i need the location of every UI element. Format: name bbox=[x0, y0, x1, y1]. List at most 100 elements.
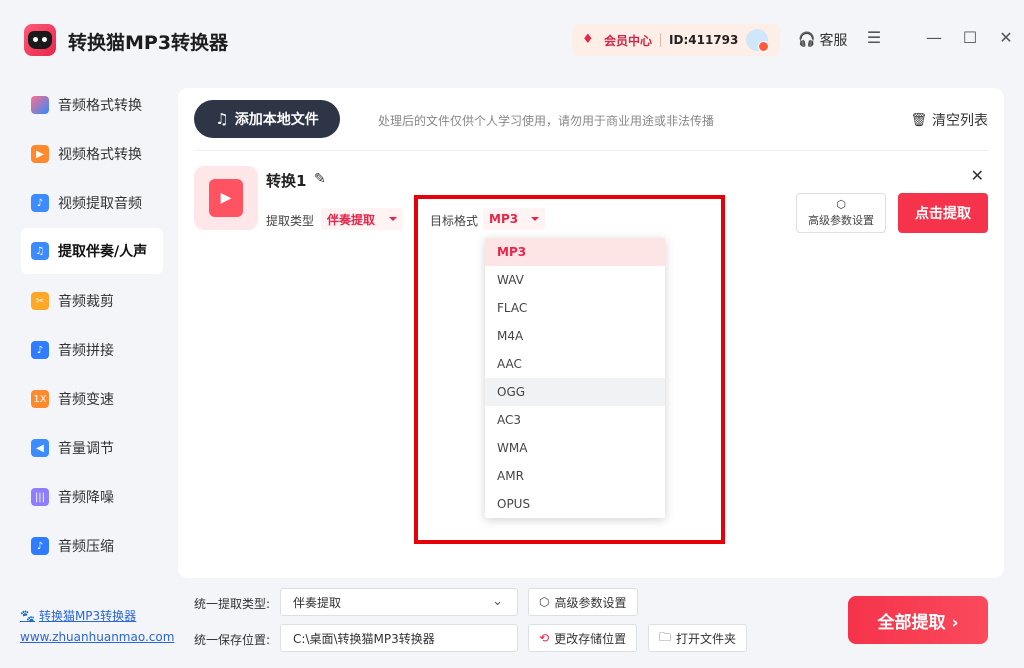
unified-type-value: 伴奏提取 bbox=[293, 595, 342, 610]
sidebar-item-label: 音频拼接 bbox=[58, 343, 114, 359]
sidebar-item-denoise[interactable]: ||| 音频降噪 bbox=[21, 474, 163, 520]
headset-icon: 🎧 bbox=[798, 32, 816, 48]
add-local-file-button[interactable]: ♫ 添加本地文件 bbox=[194, 100, 340, 138]
sidebar-item-audio-convert[interactable]: 音频格式转换 bbox=[21, 82, 163, 128]
sidebar-item-label: 音频压缩 bbox=[58, 539, 114, 555]
sidebar-item-volume[interactable]: ◀ 音量调节 bbox=[21, 425, 163, 471]
format-option-wav[interactable]: WAV bbox=[485, 266, 665, 294]
divider bbox=[660, 33, 662, 47]
sidebar-item-video-convert[interactable]: ▶ 视频格式转换 bbox=[21, 131, 163, 177]
sidebar-item-label: 视频提取音频 bbox=[58, 196, 142, 212]
edit-icon[interactable]: ✎ bbox=[314, 171, 326, 187]
gear-icon: ⬡ bbox=[836, 198, 846, 211]
caret-down-icon bbox=[531, 217, 539, 221]
menu-icon[interactable]: ☰ bbox=[864, 28, 884, 48]
change-path-button[interactable]: ⟲ 更改存储位置 bbox=[528, 624, 638, 652]
extract-type-select[interactable]: 伴奏提取 bbox=[321, 208, 403, 230]
compress-icon: ♪ bbox=[31, 537, 49, 555]
footer-app-link[interactable]: 🐾 转换猫MP3转换器 bbox=[20, 607, 174, 624]
format-option-ogg[interactable]: OGG bbox=[485, 378, 665, 406]
video-convert-icon: ▶ bbox=[31, 145, 49, 163]
extract-type-label: 提取类型 bbox=[266, 214, 315, 228]
sidebar-item-video-extract-audio[interactable]: ♪ 视频提取音频 bbox=[21, 180, 163, 226]
footer-website-link[interactable]: www.zhuanhuanmao.com bbox=[20, 630, 174, 644]
vip-center[interactable]: ♦ 会员中心 ID:411793 bbox=[572, 24, 780, 56]
customer-service-label: 客服 bbox=[819, 33, 848, 49]
bottom-advanced-settings-label: 高级参数设置 bbox=[554, 595, 627, 610]
sidebar-footer: 🐾 转换猫MP3转换器 www.zhuanhuanmao.com bbox=[20, 607, 174, 645]
add-local-file-label: 添加本地文件 bbox=[234, 112, 319, 128]
avatar[interactable] bbox=[746, 29, 770, 52]
gear-icon: ⬡ bbox=[539, 595, 550, 609]
target-format-select[interactable]: MP3 bbox=[483, 208, 545, 230]
caret-down-icon bbox=[389, 217, 397, 221]
denoise-icon: ||| bbox=[31, 488, 49, 506]
format-dropdown: MP3 WAV FLAC M4A AAC OGG AC3 WMA AMR OPU… bbox=[485, 238, 665, 518]
user-id: ID:411793 bbox=[669, 33, 739, 47]
change-path-label: 更改存储位置 bbox=[554, 631, 627, 646]
sidebar-item-compress[interactable]: ♪ 音频压缩 bbox=[21, 523, 163, 569]
target-format-value: MP3 bbox=[489, 212, 519, 226]
remove-file-icon[interactable]: ✕ bbox=[971, 166, 984, 185]
sidebar-item-label: 提取伴奏/人声 bbox=[58, 244, 148, 260]
trash-icon: 🗑 bbox=[910, 112, 927, 128]
file-thumbnail: ▶ bbox=[194, 166, 258, 230]
format-option-wma[interactable]: WMA bbox=[485, 434, 665, 462]
audio-file-icon: ▶ bbox=[209, 179, 243, 217]
close-icon[interactable]: ✕ bbox=[996, 28, 1016, 48]
target-format-label: 目标格式 bbox=[430, 214, 479, 228]
customer-service-button[interactable]: 🎧 客服 bbox=[798, 30, 847, 50]
usage-notice: 处理后的文件仅供个人学习使用，请勿用于商业用途或非法传播 bbox=[378, 114, 715, 128]
maximize-icon[interactable]: ☐ bbox=[960, 28, 980, 48]
format-option-ac3[interactable]: AC3 bbox=[485, 406, 665, 434]
open-folder-label: 打开文件夹 bbox=[676, 631, 737, 646]
sidebar: 音频格式转换 ▶ 视频格式转换 ♪ 视频提取音频 ♫ 提取伴奏/人声 ✂ 音频裁… bbox=[0, 80, 176, 580]
music-add-icon: ♫ bbox=[215, 110, 229, 128]
format-option-opus[interactable]: OPUS bbox=[485, 490, 665, 518]
video-audio-icon: ♪ bbox=[31, 194, 49, 212]
audio-join-icon: ♪ bbox=[31, 341, 49, 359]
volume-icon: ◀ bbox=[31, 439, 49, 457]
audio-cut-icon: ✂ bbox=[31, 292, 49, 310]
advanced-settings-button[interactable]: ⬡ 高级参数设置 bbox=[796, 193, 886, 233]
unified-type-label: 统一提取类型: bbox=[194, 597, 271, 611]
vocal-extract-icon: ♫ bbox=[31, 242, 49, 260]
sidebar-item-audio-cut[interactable]: ✂ 音频裁剪 bbox=[21, 278, 163, 324]
save-path-label: 统一保存位置: bbox=[194, 633, 271, 647]
sidebar-item-label: 音频裁剪 bbox=[58, 294, 114, 310]
vip-center-label: 会员中心 bbox=[604, 33, 653, 48]
unified-type-select[interactable]: 伴奏提取 ⌄ bbox=[280, 588, 518, 616]
app-title: 转换猫MP3转换器 bbox=[68, 32, 229, 54]
sidebar-item-label: 视频格式转换 bbox=[58, 147, 142, 163]
divider bbox=[194, 150, 988, 151]
refresh-icon: ⟲ bbox=[539, 631, 550, 645]
extract-button[interactable]: 点击提取 bbox=[898, 193, 988, 233]
advanced-settings-label: 高级参数设置 bbox=[808, 214, 874, 227]
format-option-amr[interactable]: AMR bbox=[485, 462, 665, 490]
sidebar-item-label: 音频变速 bbox=[58, 392, 114, 408]
sidebar-item-label: 音量调节 bbox=[58, 441, 114, 457]
format-option-mp3[interactable]: MP3 bbox=[485, 238, 665, 266]
minimize-icon[interactable]: — bbox=[924, 28, 944, 48]
clear-list-button[interactable]: 🗑 清空列表 bbox=[910, 110, 988, 130]
file-name: 转换1 bbox=[266, 172, 307, 190]
sidebar-item-label: 音频降噪 bbox=[58, 490, 114, 506]
save-path-input[interactable]: C:\桌面\转换猫MP3转换器 bbox=[280, 624, 518, 652]
extract-all-button[interactable]: 全部提取 › bbox=[848, 596, 988, 644]
bottom-advanced-settings-button[interactable]: ⬡ 高级参数设置 bbox=[528, 588, 638, 616]
extract-type-value: 伴奏提取 bbox=[327, 212, 376, 227]
format-option-aac[interactable]: AAC bbox=[485, 350, 665, 378]
app-logo-icon bbox=[24, 24, 56, 56]
diamond-icon: ♦ bbox=[582, 32, 594, 47]
clear-list-label: 清空列表 bbox=[932, 113, 988, 129]
sidebar-item-vocal-extract[interactable]: ♫ 提取伴奏/人声 bbox=[21, 228, 163, 274]
open-folder-button[interactable]: 🗀 打开文件夹 bbox=[648, 624, 748, 652]
chevron-down-icon: ⌄ bbox=[492, 594, 503, 609]
sidebar-item-audio-join[interactable]: ♪ 音频拼接 bbox=[21, 327, 163, 373]
format-option-flac[interactable]: FLAC bbox=[485, 294, 665, 322]
footer-app-link-label: 转换猫MP3转换器 bbox=[38, 609, 137, 623]
sidebar-item-label: 音频格式转换 bbox=[58, 98, 142, 114]
paw-icon: 🐾 bbox=[20, 608, 35, 623]
format-option-m4a[interactable]: M4A bbox=[485, 322, 665, 350]
sidebar-item-audio-speed[interactable]: 1X 音频变速 bbox=[21, 376, 163, 422]
